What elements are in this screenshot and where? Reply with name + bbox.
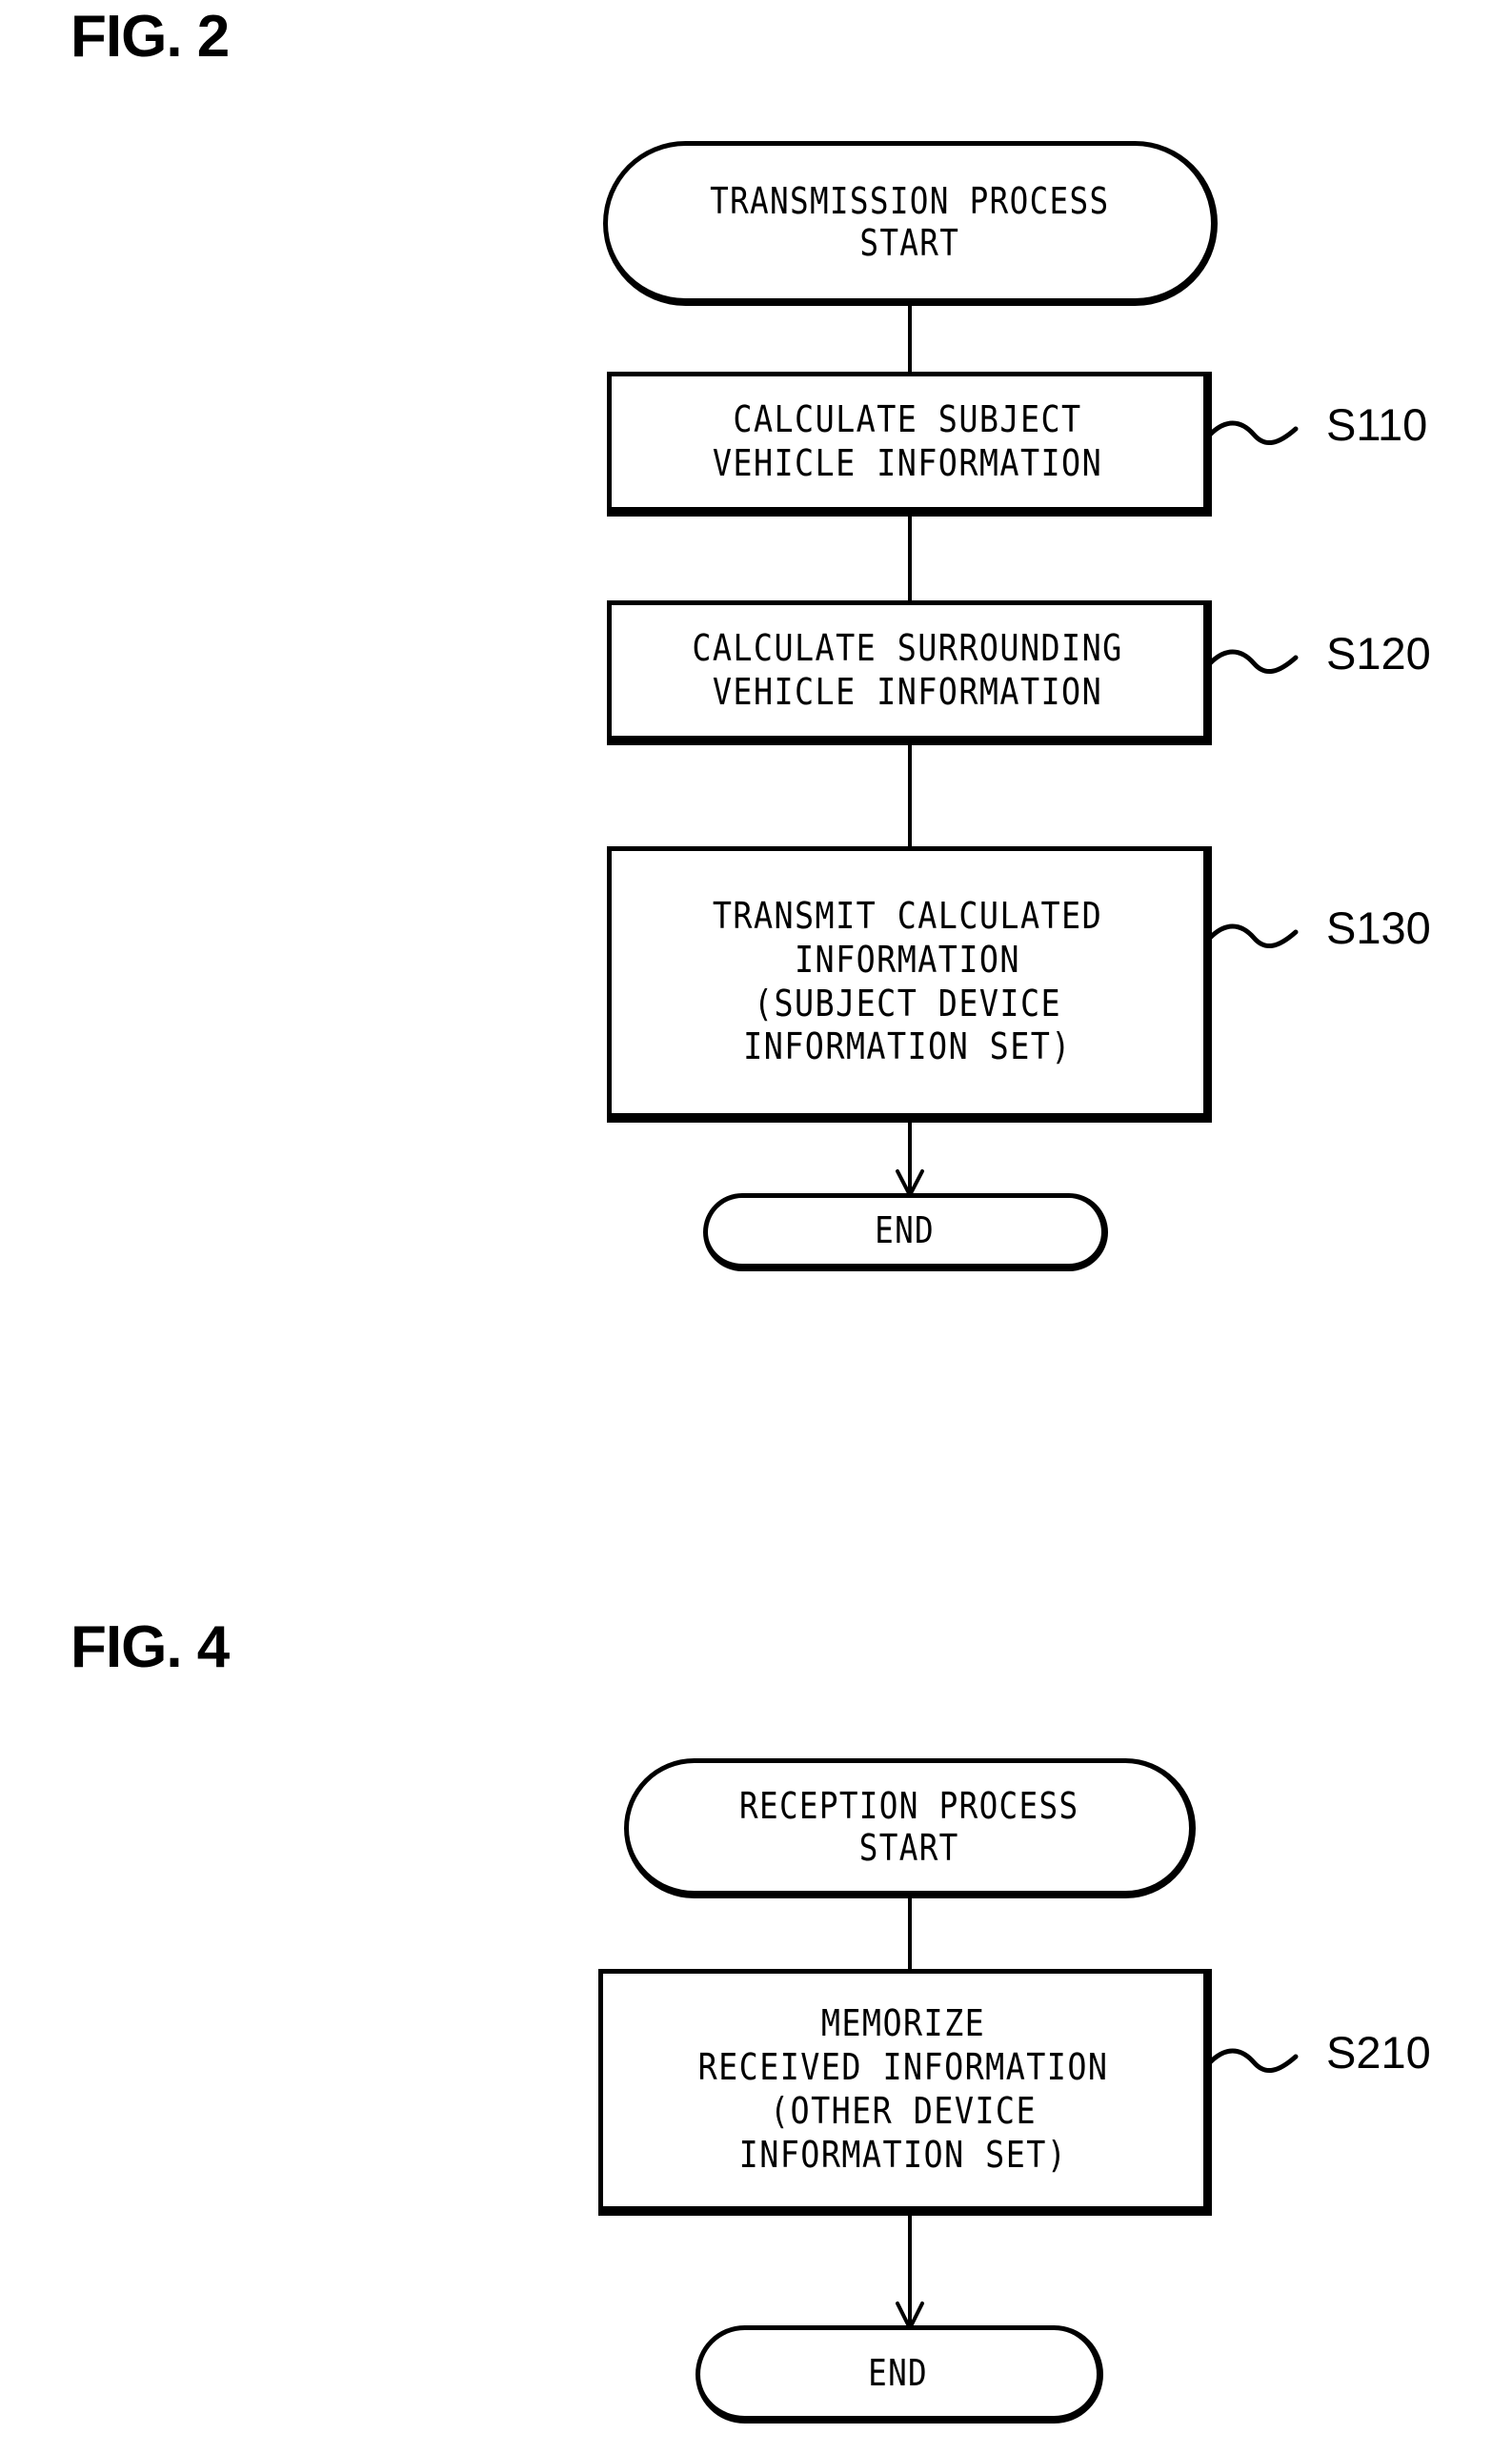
fig2-arrow-to-end	[896, 1117, 924, 1200]
fig2-leader-s130	[1207, 923, 1299, 948]
fig2-step-ref-s120: S120	[1326, 628, 1431, 679]
fig2-connector-s110-to-s120	[908, 515, 912, 602]
fig4-end-terminal: END	[696, 2325, 1103, 2424]
fig2-step-box-s110: CALCULATE SUBJECT VEHICLE INFORMATION	[607, 372, 1212, 517]
fig4-step-box-s210: MEMORIZE RECEIVED INFORMATION (OTHER DEV…	[598, 1969, 1212, 2216]
fig4-leader-s210	[1207, 2048, 1299, 2073]
fig2-end-label: END	[875, 1209, 935, 1252]
fig2-step-text-s130: TRANSMIT CALCULATED INFORMATION (SUBJECT…	[712, 894, 1103, 1068]
fig2-start-terminal: TRANSMISSION PROCESS START	[603, 141, 1218, 306]
fig4-connector-start-to-s210	[908, 1896, 912, 1971]
fig2-step-box-s120: CALCULATE SURROUNDING VEHICLE INFORMATIO…	[607, 600, 1212, 745]
fig2-leader-s110	[1207, 420, 1299, 445]
fig2-step-text-s110: CALCULATE SUBJECT VEHICLE INFORMATION	[712, 397, 1103, 484]
fig4-end-label: END	[868, 2351, 929, 2394]
fig4-arrow-to-end	[896, 2213, 924, 2333]
fig2-end-terminal: END	[703, 1193, 1108, 1271]
fig2-step-ref-s110: S110	[1326, 399, 1428, 450]
fig4-step-ref-s210: S210	[1326, 2027, 1431, 2078]
figure-4-title: FIG. 4	[71, 1614, 230, 1680]
fig4-start-terminal: RECEPTION PROCESS START	[624, 1758, 1196, 1898]
fig4-step-text-s210: MEMORIZE RECEIVED INFORMATION (OTHER DEV…	[697, 2002, 1109, 2176]
fig2-step-box-s130: TRANSMIT CALCULATED INFORMATION (SUBJECT…	[607, 846, 1212, 1123]
fig2-start-label: TRANSMISSION PROCESS START	[709, 179, 1110, 264]
figure-2-title: FIG. 2	[71, 4, 230, 70]
fig2-connector-start-to-s110	[908, 303, 912, 374]
fig4-start-label: RECEPTION PROCESS START	[738, 1784, 1079, 1869]
fig2-step-text-s120: CALCULATE SURROUNDING VEHICLE INFORMATIO…	[692, 626, 1123, 713]
fig2-connector-s120-to-s130	[908, 743, 912, 848]
patent-drawing-sheet: FIG. 2 TRANSMISSION PROCESS START CALCUL…	[0, 0, 1512, 2454]
fig2-leader-s120	[1207, 649, 1299, 674]
fig2-step-ref-s130: S130	[1326, 903, 1431, 953]
